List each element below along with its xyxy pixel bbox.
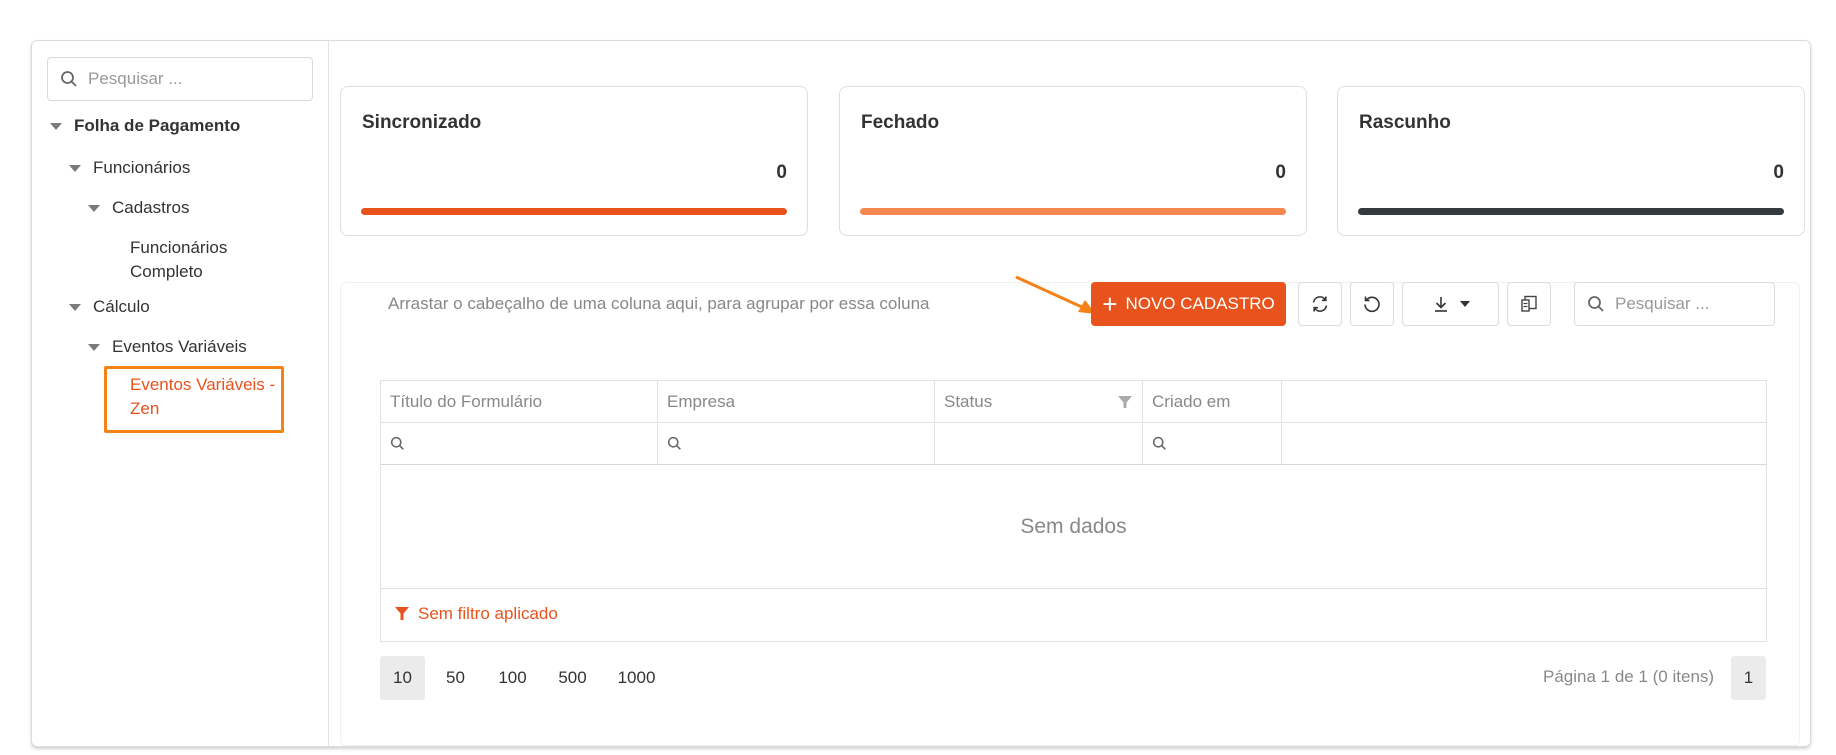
download-icon xyxy=(1434,297,1447,312)
status-card-fechado: Fechado 0 xyxy=(839,86,1307,236)
reset-button[interactable] xyxy=(1350,282,1394,326)
refresh-button[interactable] xyxy=(1298,282,1342,326)
status-card-sincronizado: Sincronizado 0 xyxy=(340,86,808,236)
tree-item-cadastros[interactable]: Cadastros xyxy=(88,198,189,218)
arrow-annotation xyxy=(1015,275,1096,314)
card-value: 0 xyxy=(1275,162,1286,183)
page-size-10[interactable]: 10 xyxy=(380,656,425,700)
header-row: Título do Formulário Empresa Status Cria… xyxy=(381,381,1766,423)
new-record-label: NOVO CADASTRO xyxy=(1125,294,1275,313)
tree-item-eventos-variaveis[interactable]: Eventos Variáveis xyxy=(88,337,247,357)
tree-item-funcionarios[interactable]: Funcionários xyxy=(69,158,190,178)
caret-down-icon[interactable] xyxy=(88,205,100,212)
column-chooser-icon xyxy=(1521,295,1537,312)
tree-label-funcionarios-completo-2: Completo xyxy=(130,262,203,281)
column-chooser-button[interactable] xyxy=(1507,282,1551,326)
card-progress-bar xyxy=(361,208,787,215)
refresh-icon xyxy=(1312,296,1328,312)
undo-icon xyxy=(1364,296,1380,313)
tree-label-funcionarios-completo-1: Funcionários xyxy=(130,238,228,257)
column-header-criado-em[interactable]: Criado em xyxy=(1143,381,1282,422)
tree-label-calculo: Cálculo xyxy=(93,297,150,316)
grid-search-input[interactable]: Pesquisar ... xyxy=(1574,282,1775,326)
column-header-status[interactable]: Status xyxy=(935,381,1143,422)
search-icon xyxy=(667,436,681,450)
sidebar: Pesquisar ... Folha de Pagamento Funcion… xyxy=(32,41,329,746)
tree-label-cadastros: Cadastros xyxy=(112,198,190,217)
search-icon xyxy=(61,71,77,87)
tree-label-folha: Folha de Pagamento xyxy=(74,116,241,135)
plus-icon: + xyxy=(1102,289,1118,319)
search-icon xyxy=(1588,296,1604,312)
search-icon xyxy=(1152,436,1166,450)
card-title: Sincronizado xyxy=(362,112,482,133)
tree-item-folha[interactable]: Folha de Pagamento xyxy=(50,116,240,136)
filter-cell-status xyxy=(935,423,1143,464)
page-info: Página 1 de 1 (0 itens) xyxy=(1543,667,1715,686)
status-card-rascunho: Rascunho 0 xyxy=(1337,86,1805,236)
card-progress-bar xyxy=(1358,208,1784,215)
group-panel-hint[interactable]: Arrastar o cabeçalho de uma coluna aqui,… xyxy=(388,294,930,314)
filter-cell-titulo[interactable] xyxy=(381,423,658,464)
card-progress-bar xyxy=(860,208,1286,215)
grid-search-placeholder: Pesquisar ... xyxy=(1615,294,1710,313)
column-header-empresa[interactable]: Empresa xyxy=(658,381,935,422)
filter-row xyxy=(381,423,1766,465)
tree-label-funcionarios: Funcionários xyxy=(93,158,191,177)
sidebar-search-placeholder: Pesquisar ... xyxy=(88,69,183,88)
card-title: Rascunho xyxy=(1359,112,1451,133)
caret-down-icon[interactable] xyxy=(69,304,81,311)
filter-status[interactable]: Sem filtro aplicado xyxy=(394,604,558,624)
column-header-titulo[interactable]: Título do Formulário xyxy=(381,381,658,422)
tree-item-calculo[interactable]: Cálculo xyxy=(69,297,150,317)
filter-icon[interactable] xyxy=(1117,394,1133,410)
no-data-message: Sem dados xyxy=(381,465,1766,589)
column-header-status-label: Status xyxy=(944,391,993,411)
export-dropdown-button[interactable] xyxy=(1402,282,1499,326)
filter-cell-criado-em[interactable] xyxy=(1143,423,1282,464)
filter-icon xyxy=(395,607,409,620)
page-button-1[interactable]: 1 xyxy=(1731,656,1766,700)
caret-down-icon[interactable] xyxy=(69,165,81,172)
sidebar-search-input[interactable]: Pesquisar ... xyxy=(47,57,313,101)
data-grid: Título do Formulário Empresa Status Cria… xyxy=(380,380,1767,642)
card-title: Fechado xyxy=(861,112,940,133)
filter-cell-empresa[interactable] xyxy=(658,423,935,464)
search-icon xyxy=(390,436,404,450)
page-size-500[interactable]: 500 xyxy=(545,656,600,700)
page-size-1000[interactable]: 1000 xyxy=(604,656,669,700)
tree-label-eventos-variaveis: Eventos Variáveis xyxy=(112,337,247,356)
page-size-100[interactable]: 100 xyxy=(485,656,540,700)
tree-item-funcionarios-completo[interactable]: Funcionários Completo xyxy=(130,236,227,284)
highlight-box xyxy=(104,366,284,433)
card-value: 0 xyxy=(776,162,787,183)
new-record-button[interactable]: + NOVO CADASTRO xyxy=(1091,282,1286,326)
filter-status-label: Sem filtro aplicado xyxy=(418,604,558,623)
caret-down-icon[interactable] xyxy=(88,344,100,351)
card-value: 0 xyxy=(1773,162,1784,183)
caret-down-icon[interactable] xyxy=(50,123,62,130)
chevron-down-icon xyxy=(1459,301,1470,307)
page-size-50[interactable]: 50 xyxy=(433,656,478,700)
